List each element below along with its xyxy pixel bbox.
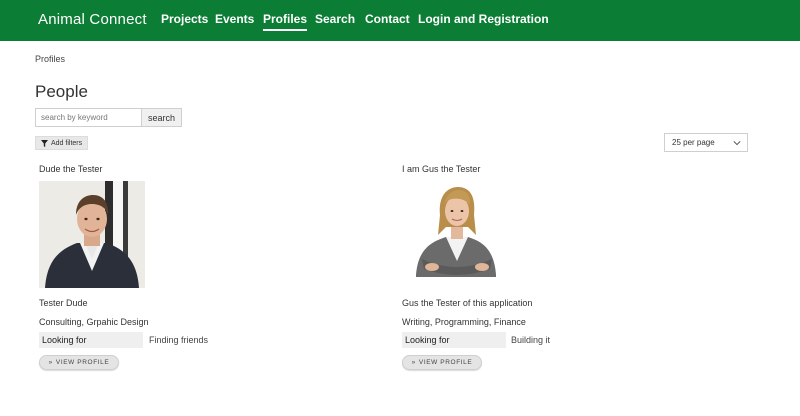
per-page-select[interactable]: 25 per page [664,133,748,152]
filter-icon [41,139,48,147]
top-navbar: Animal Connect Projects Events Profiles … [0,0,800,41]
profile-name: Gus the Tester of this application [402,298,533,308]
breadcrumb: Profiles [35,54,66,64]
profile-name: Tester Dude [39,298,88,308]
add-filters-label: Add filters [51,139,83,147]
profile-title: I am Gus the Tester [402,164,481,174]
nav-search[interactable]: Search [315,12,355,26]
view-profile-button[interactable]: » VIEW PROFILE [402,355,482,370]
brand-logo[interactable]: Animal Connect [38,11,147,28]
chevron-right-icon: » [48,359,53,366]
nav-events[interactable]: Events [215,12,254,26]
looking-for-label: Looking for [402,332,506,348]
profile-photo [402,181,508,288]
page-title: People [35,82,88,101]
view-profile-label: VIEW PROFILE [418,359,473,366]
search-button[interactable]: search [142,108,182,127]
looking-for-value: Finding friends [149,335,209,345]
profile-skills: Consulting, Grpahic Design [39,317,149,327]
nav-projects[interactable]: Projects [161,12,208,26]
looking-for-value: Building it [511,335,551,345]
nav-profiles[interactable]: Profiles [263,12,308,31]
profile-photo [39,181,145,288]
search-input[interactable] [35,108,142,127]
view-profile-button[interactable]: » VIEW PROFILE [39,355,119,370]
nav-login-registration[interactable]: Login and Registration [418,12,549,26]
per-page-value: 25 per page [672,138,715,147]
view-profile-label: VIEW PROFILE [55,359,110,366]
nav-contact[interactable]: Contact [365,12,410,26]
chevron-right-icon: » [411,359,416,366]
profile-title: Dude the Tester [39,164,103,174]
chevron-down-icon [733,139,741,146]
add-filters-button[interactable]: Add filters [35,136,89,150]
profile-skills: Writing, Programming, Finance [402,317,526,327]
looking-for-label: Looking for [39,332,143,348]
